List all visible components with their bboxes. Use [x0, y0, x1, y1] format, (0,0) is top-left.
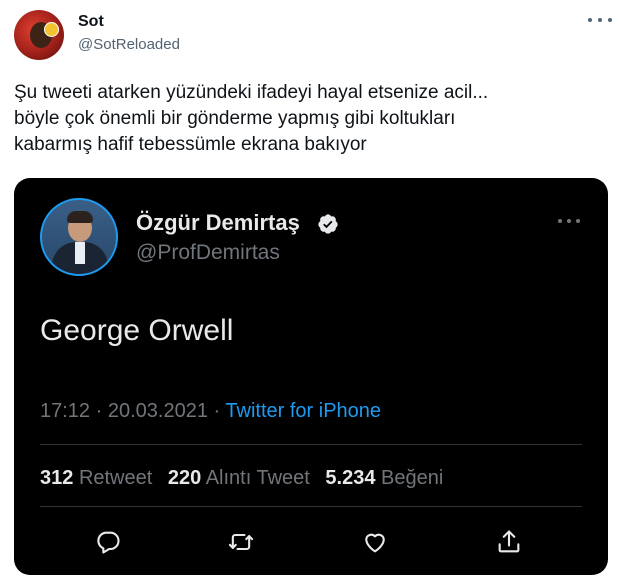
quoted-avatar[interactable] — [40, 198, 118, 276]
likes-label: Beğeni — [381, 467, 444, 489]
quoted-tweet-card[interactable]: Özgür Demirtaş @ProfDemirtas George Orwe… — [14, 178, 608, 575]
likes-count: 5.234 — [325, 467, 376, 489]
quotes-label: Alıntı Tweet — [205, 467, 310, 489]
divider — [40, 506, 582, 507]
tweet-time: 17:12 — [40, 400, 91, 422]
outer-author-name[interactable]: Sot — [78, 13, 104, 31]
outer-author-handle[interactable]: @SotReloaded — [78, 36, 180, 53]
more-icon[interactable] — [588, 10, 612, 30]
tweet-stats: 312 Retweet 220 Alıntı Tweet 5.234 Beğen… — [40, 467, 443, 490]
tweet-source-link[interactable]: Twitter for iPhone — [225, 400, 381, 422]
tweet-date[interactable]: 20.03.2021 — [108, 400, 208, 422]
outer-tweet-text: Şu tweeti atarken yüzündeki ifadeyi haya… — [14, 80, 604, 158]
share-icon[interactable] — [491, 524, 527, 560]
meta-separator: · — [95, 400, 103, 422]
divider — [40, 444, 582, 445]
quoted-tweet-text: George Orwell — [40, 314, 234, 347]
like-icon[interactable] — [357, 524, 393, 560]
tweet-text-line: böyle çok önemli bir gönderme yapmış gib… — [14, 108, 456, 129]
tweet-text-line: Şu tweeti atarken yüzündeki ifadeyi haya… — [14, 82, 489, 103]
meta-separator: · — [213, 400, 221, 422]
avatar-badge — [44, 22, 59, 37]
quotes-stat[interactable]: 220 Alıntı Tweet — [168, 467, 310, 489]
retweets-stat[interactable]: 312 Retweet — [40, 467, 152, 489]
retweets-count: 312 — [40, 467, 74, 489]
tweet-meta: 17:12 · 20.03.2021 · Twitter for iPhone — [40, 400, 381, 423]
quoted-author-name[interactable]: Özgür Demirtaş — [136, 210, 300, 236]
retweets-label: Retweet — [78, 467, 153, 489]
outer-avatar[interactable] — [14, 10, 64, 60]
reply-icon[interactable] — [90, 524, 126, 560]
quotes-count: 220 — [167, 467, 202, 489]
more-icon[interactable] — [558, 216, 580, 226]
retweet-icon[interactable] — [223, 524, 259, 560]
quoted-author-handle[interactable]: @ProfDemirtas — [136, 241, 280, 265]
likes-stat[interactable]: 5.234 Beğeni — [325, 467, 443, 489]
tweet-text-line: kabarmış hafif tebessümle ekrana bakıyor — [14, 134, 367, 155]
tweet-actions — [14, 524, 608, 560]
verified-badge-icon — [318, 214, 338, 234]
